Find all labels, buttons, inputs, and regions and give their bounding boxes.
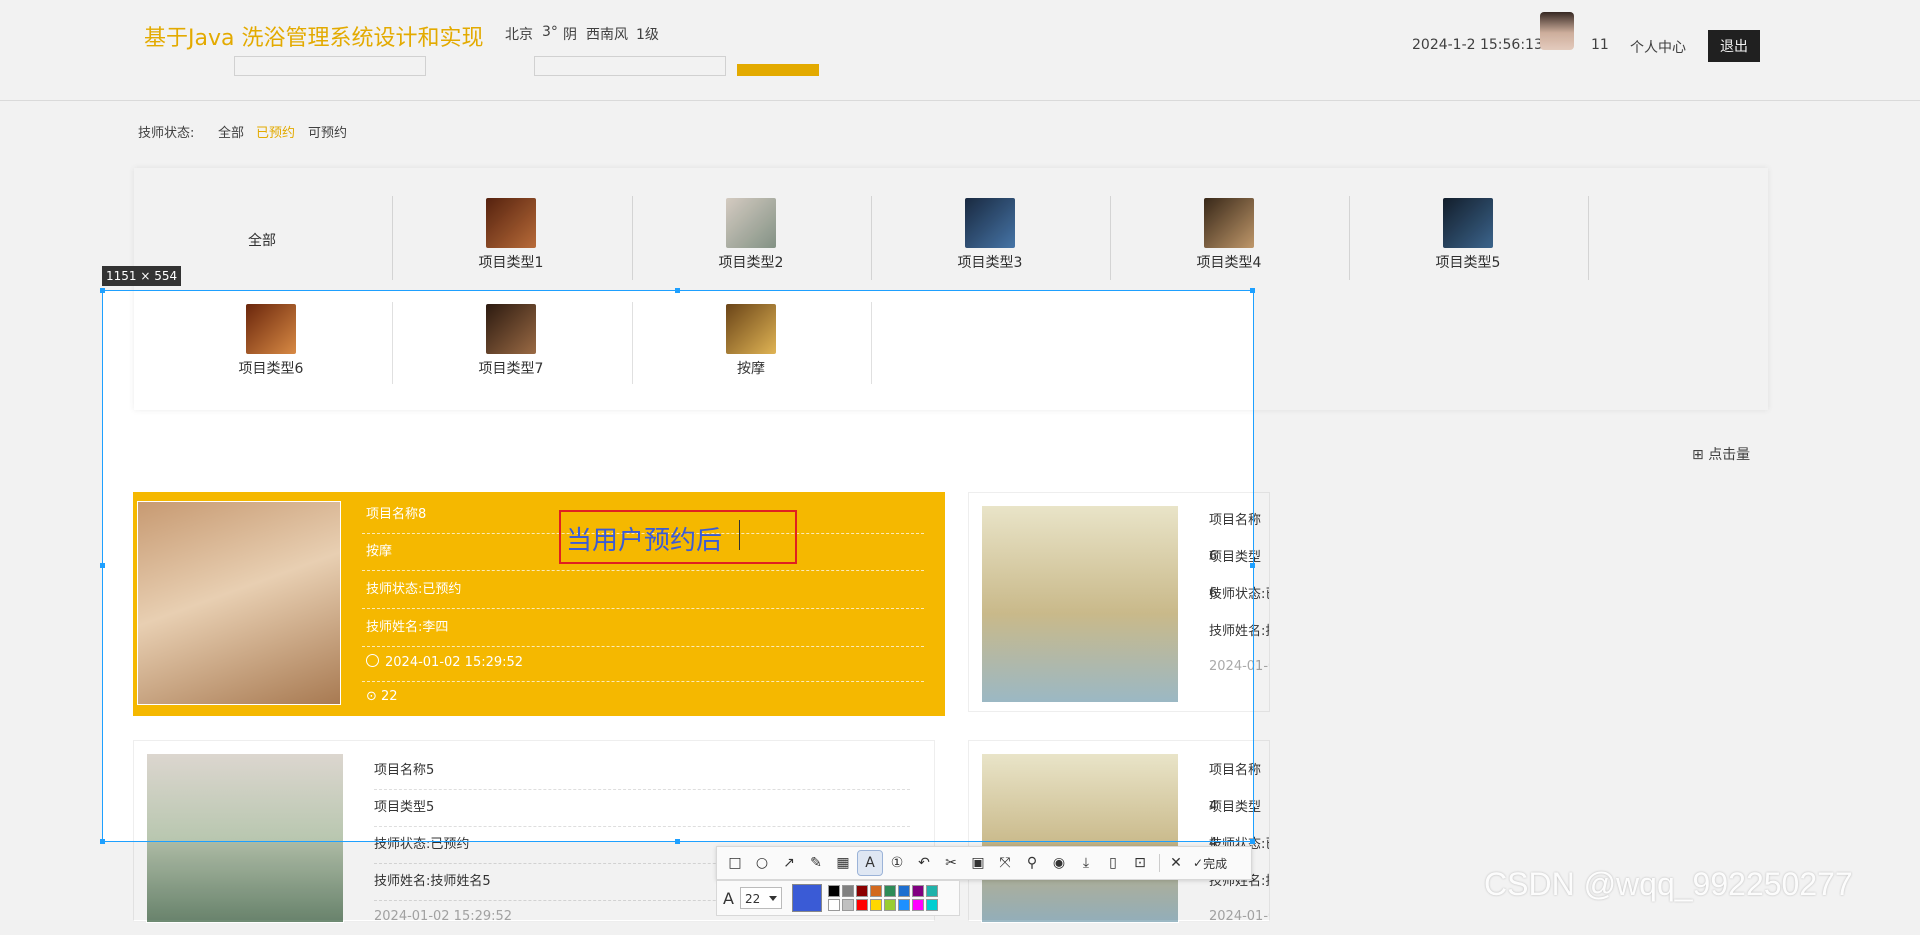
bookmark-icon[interactable]: ⊡ (1128, 851, 1152, 875)
arrow-icon[interactable]: ↗ (777, 851, 801, 875)
toolbar-divider (1159, 854, 1160, 872)
color-swatch[interactable] (925, 898, 938, 911)
resize-handle[interactable] (1250, 563, 1255, 568)
text-annotation-box[interactable]: 当用户预约后 (559, 510, 797, 564)
number-icon[interactable]: ① (885, 851, 909, 875)
dim-overlay (0, 290, 102, 842)
check-icon: ✓ (1193, 856, 1204, 870)
dim-overlay (1254, 290, 1920, 842)
text-icon[interactable]: A (857, 850, 883, 876)
capture-toolbar: □ ○ ↗ ✎ ▦ A ① ↶ ✂ ▣ ⤧ ⚲ ◉ ⤓ ▯ ⊡ ✕ ✓ 完成 (716, 846, 1252, 880)
scroll-icon[interactable]: ⤧ (993, 851, 1017, 875)
save-icon[interactable]: ▯ (1101, 851, 1125, 875)
mosaic-icon[interactable]: ▦ (831, 851, 855, 875)
color-swatch[interactable] (841, 898, 854, 911)
color-swatch[interactable] (827, 898, 840, 911)
ellipse-icon[interactable]: ○ (750, 851, 774, 875)
download-icon[interactable]: ⤓ (1074, 851, 1098, 875)
undo-icon[interactable]: ↶ (912, 851, 936, 875)
done-button[interactable]: ✓ 完成 (1193, 855, 1227, 872)
current-color-swatch[interactable] (791, 884, 822, 912)
color-swatch[interactable] (855, 884, 868, 897)
resize-handle[interactable] (100, 563, 105, 568)
text-caret (739, 520, 740, 550)
color-swatch[interactable] (925, 884, 938, 897)
resize-handle[interactable] (675, 839, 680, 844)
resize-handle[interactable] (1250, 839, 1255, 844)
color-swatch[interactable] (827, 884, 840, 897)
ocr-icon[interactable]: ▣ (966, 851, 990, 875)
resize-handle[interactable] (100, 288, 105, 293)
color-swatch[interactable] (869, 898, 882, 911)
color-swatch[interactable] (883, 898, 896, 911)
color-swatch[interactable] (869, 884, 882, 897)
watermark: CSDN @wqq_992250277 (1484, 866, 1853, 902)
font-size-select[interactable]: 22 (739, 887, 782, 909)
close-icon[interactable]: ✕ (1164, 851, 1188, 875)
resize-handle[interactable] (1250, 288, 1255, 293)
text-options-bar: A 22 (716, 880, 960, 916)
annotation-text[interactable]: 当用户预约后 (566, 520, 722, 557)
color-swatch[interactable] (855, 898, 868, 911)
resize-handle[interactable] (100, 839, 105, 844)
color-swatch[interactable] (897, 884, 910, 897)
color-swatch[interactable] (883, 884, 896, 897)
dim-overlay (0, 0, 1920, 290)
font-icon: A (723, 888, 734, 908)
ai-cutout-icon[interactable]: ✂ (939, 851, 963, 875)
selection-size-label: 1151 × 554 (102, 266, 182, 286)
rectangle-icon[interactable]: □ (723, 851, 747, 875)
pin-icon[interactable]: ⚲ (1020, 851, 1044, 875)
color-swatch[interactable] (911, 898, 924, 911)
selection-rectangle[interactable] (102, 290, 1254, 842)
font-size-value: 22 (744, 892, 761, 906)
record-icon[interactable]: ◉ (1047, 851, 1071, 875)
color-palette (827, 884, 939, 912)
color-swatch[interactable] (841, 884, 854, 897)
pen-icon[interactable]: ✎ (804, 851, 828, 875)
color-swatch[interactable] (897, 898, 910, 911)
chevron-down-icon (768, 896, 777, 901)
resize-handle[interactable] (675, 288, 680, 293)
done-label: 完成 (1203, 856, 1228, 871)
color-swatch[interactable] (911, 884, 924, 897)
